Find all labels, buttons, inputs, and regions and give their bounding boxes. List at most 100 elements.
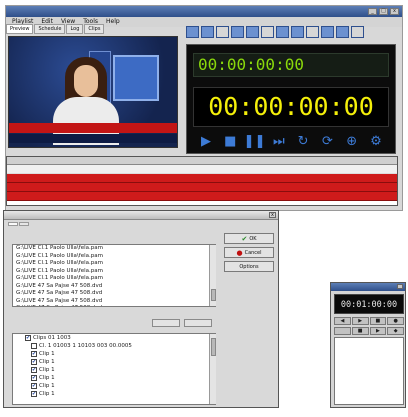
- cancel-button[interactable]: ● Cancel: [224, 247, 274, 258]
- mini-player-key[interactable]: ■: [351, 327, 369, 335]
- options-button[interactable]: Options: [224, 261, 274, 272]
- mini-player-key[interactable]: ▶: [351, 317, 369, 325]
- mini-player-key[interactable]: ▶: [369, 327, 387, 335]
- clip-tree-item[interactable]: ✔ Clips 01 1003: [13, 334, 215, 342]
- maximize-button[interactable]: □: [379, 8, 388, 15]
- play-icon[interactable]: [351, 26, 364, 38]
- mini-player-key[interactable]: ■: [369, 317, 387, 325]
- clip-tree-item[interactable]: ✔ Clip 1: [13, 350, 215, 358]
- playlist-cell: [208, 165, 238, 173]
- settings-icon[interactable]: ⚙: [367, 133, 385, 149]
- clip-tree-item[interactable]: ✔ Clip 1: [13, 358, 215, 366]
- preview-tab-0[interactable]: Preview: [6, 24, 34, 34]
- playlist-header: [7, 157, 397, 165]
- playlist-row[interactable]: [7, 174, 397, 183]
- mini-player-list[interactable]: [334, 337, 404, 405]
- up-icon[interactable]: [306, 26, 319, 38]
- dialog-close-button[interactable]: x: [269, 212, 276, 218]
- playlist-column-header[interactable]: [105, 157, 143, 164]
- playlist-column-header[interactable]: [264, 157, 397, 164]
- file-list-item[interactable]: G:\LIVE Cl.1 Paolo Ulla\fela.pam: [13, 268, 215, 276]
- playlist-row[interactable]: [7, 192, 397, 201]
- file-list-item[interactable]: G:\LIVE 47 Sa Pajse 47 508.dvd: [13, 283, 215, 291]
- checkbox[interactable]: ✔: [31, 375, 37, 381]
- file-list-item[interactable]: G:\LIVE Cl.1 Paolo Ulla\fela.pam: [13, 253, 215, 261]
- preview-tab-2[interactable]: Log: [66, 24, 84, 34]
- file-list-item[interactable]: G:\LIVE Cl.1 Paolo Ulla\fela.pam: [13, 260, 215, 268]
- playlist-column-header[interactable]: [7, 157, 41, 164]
- file-list[interactable]: G:\LIVE Cl.1 Paolo Ulla\fela.pam G:\LIVE …: [12, 244, 216, 307]
- refresh-icon[interactable]: ⟳: [318, 133, 336, 149]
- playlist-column-header[interactable]: [41, 157, 71, 164]
- playlist-column-header[interactable]: [71, 157, 105, 164]
- cut-icon[interactable]: [231, 26, 244, 38]
- playlist-column-header[interactable]: [208, 157, 238, 164]
- video-preview[interactable]: [8, 36, 178, 148]
- file-list-scrollbar[interactable]: [209, 245, 216, 306]
- checkbox[interactable]: ✔: [31, 351, 37, 357]
- preview-tab-1[interactable]: Schedule: [34, 24, 66, 34]
- file-list-item[interactable]: G:\LIVE 47 Sa Pajse 47 508.dvd: [13, 305, 215, 306]
- ok-button[interactable]: ✔ OK: [224, 233, 274, 244]
- pause-icon[interactable]: ❚❚: [244, 133, 266, 149]
- file-list-item[interactable]: G:\LIVE Cl.1 Paolo Ulla\fela.pam: [13, 245, 215, 253]
- paste-icon[interactable]: [261, 26, 274, 38]
- play-icon[interactable]: ▶: [197, 133, 215, 149]
- mini-player-key[interactable]: ◆: [387, 327, 404, 335]
- playlist-grid[interactable]: [6, 156, 398, 206]
- clip-tree-item[interactable]: Cl. 1 01003 1 10103 003 00.0005: [13, 342, 215, 350]
- playlist-column-header[interactable]: [238, 157, 264, 164]
- clip-tree-scroll-thumb[interactable]: [211, 338, 216, 356]
- stop-icon[interactable]: ■: [221, 133, 239, 149]
- clip-tree-item[interactable]: ✔ Clip 1: [13, 366, 215, 374]
- remove-button[interactable]: [184, 319, 212, 327]
- playlist-column-header[interactable]: [142, 157, 208, 164]
- playlist-row[interactable]: [7, 183, 397, 192]
- clip-tree-item[interactable]: ✔ Clip 1: [13, 390, 215, 398]
- mini-player-close-button[interactable]: [397, 284, 403, 289]
- playlist-row[interactable]: [7, 165, 397, 174]
- cancel-icon: ●: [236, 248, 243, 257]
- mini-player-key[interactable]: ◀: [334, 317, 351, 325]
- down-icon[interactable]: [321, 26, 334, 38]
- playlist-cell: [238, 174, 264, 182]
- preview-tab-3[interactable]: Clips: [84, 24, 105, 34]
- checkbox[interactable]: ✔: [31, 367, 37, 373]
- clip-tree-item[interactable]: ✔ Clip 1: [13, 382, 215, 390]
- loop-icon[interactable]: ↻: [294, 133, 312, 149]
- skip-icon[interactable]: ⏭: [270, 133, 288, 149]
- dialog-tab-0[interactable]: [8, 222, 18, 226]
- checkbox[interactable]: ✔: [31, 359, 37, 365]
- file-list-item[interactable]: G:\LIVE 47 Sa Pajse 47 508.dvd: [13, 298, 215, 306]
- close-button[interactable]: x: [390, 8, 399, 15]
- minimize-button[interactable]: _: [368, 8, 377, 15]
- mini-player-key[interactable]: [334, 327, 351, 335]
- settings-icon[interactable]: [291, 26, 304, 38]
- file-list-item[interactable]: G:\LIVE Cl.1 Paolo Ulla\fela.pam: [13, 275, 215, 283]
- add-icon[interactable]: [216, 26, 229, 38]
- dialog-tab-1[interactable]: [19, 222, 29, 226]
- checkbox[interactable]: ✔: [31, 383, 37, 389]
- playlist-cell: [238, 165, 264, 173]
- playlist-cell: [142, 183, 208, 191]
- menu-item-4[interactable]: Help: [106, 17, 120, 27]
- file-list-scroll-thumb[interactable]: [211, 289, 216, 301]
- zoom-icon[interactable]: ⊕: [343, 133, 361, 149]
- file-list-item[interactable]: G:\LIVE 47 Sa Pajse 47 508.dvd: [13, 290, 215, 298]
- open-icon[interactable]: [186, 26, 199, 38]
- clip-tree-label: Clip 1: [39, 359, 55, 365]
- clip-tree-scrollbar[interactable]: [209, 334, 216, 404]
- close-icon[interactable]: [336, 26, 349, 38]
- transport-controls: ▶ ■ ❚❚ ⏭ ↻ ⟳ ⊕ ⚙: [193, 131, 389, 151]
- clip-tree[interactable]: ✔ Clips 01 1003 Cl. 1 01003 1 10103 003 00…: [12, 333, 216, 405]
- playlist-cell: [41, 174, 71, 182]
- grid-icon[interactable]: [276, 26, 289, 38]
- checkbox[interactable]: ✔: [31, 391, 37, 397]
- mini-player-key[interactable]: ●: [387, 317, 404, 325]
- save-icon[interactable]: [201, 26, 214, 38]
- clip-tree-item[interactable]: ✔ Clip 1: [13, 374, 215, 382]
- add-button[interactable]: [152, 319, 180, 327]
- checkbox[interactable]: [31, 343, 37, 349]
- copy-icon[interactable]: [246, 26, 259, 38]
- checkbox[interactable]: ✔: [25, 335, 31, 341]
